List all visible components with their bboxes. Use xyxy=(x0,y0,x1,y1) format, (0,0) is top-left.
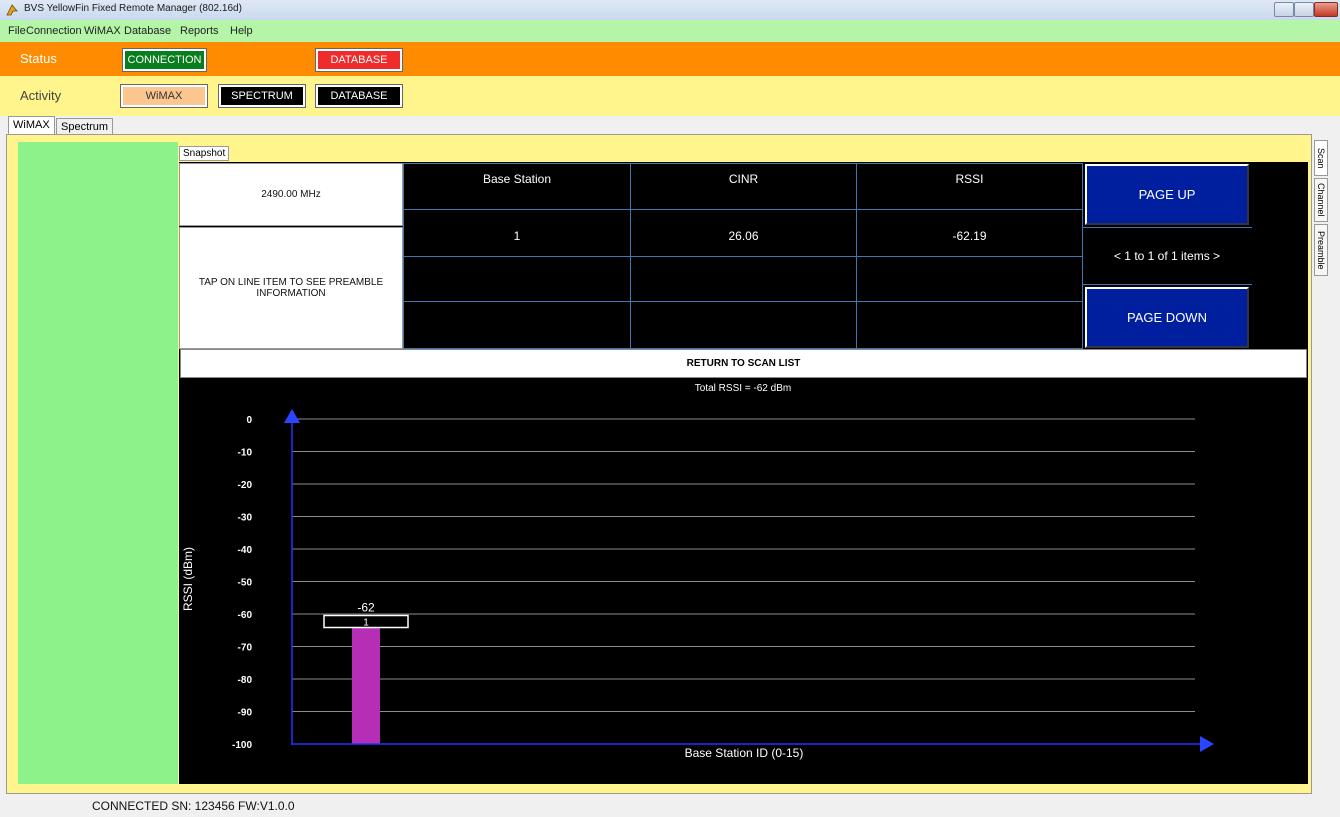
grid-line xyxy=(403,256,1082,257)
frequency-display: 2490.00 MHz xyxy=(179,163,403,226)
header-base-station: Base Station xyxy=(482,172,552,186)
menu-reports[interactable]: Reports xyxy=(180,25,219,37)
menu-wimax[interactable]: WiMAX xyxy=(84,25,121,37)
menu-file[interactable]: File xyxy=(8,25,26,37)
status-label: Status xyxy=(20,51,57,66)
grid-line xyxy=(856,163,857,349)
side-tab-scan[interactable]: Scan xyxy=(1314,140,1328,176)
y-tick-label: 0 xyxy=(246,415,252,426)
bar-value-label: -62 xyxy=(357,601,375,615)
chart-title: Total RSSI = -62 dBm xyxy=(695,383,791,394)
hint-text: TAP ON LINE ITEM TO SEE PREAMBLE INFORMA… xyxy=(179,227,403,349)
menu-database[interactable]: Database xyxy=(124,25,171,37)
y-tick-label: -10 xyxy=(238,448,253,459)
app-icon xyxy=(6,4,18,16)
side-tab-channel[interactable]: Channel xyxy=(1314,178,1328,222)
y-tick-label: -40 xyxy=(238,545,253,556)
activity-bar: Activity WiMAX SPECTRUM DATABASE xyxy=(0,76,1340,116)
y-tick-label: -20 xyxy=(238,480,253,491)
table-cell-rssi[interactable]: -62.19 xyxy=(857,229,1082,243)
grid-line xyxy=(403,163,1082,164)
table-cell-base-station[interactable]: 1 xyxy=(404,229,630,243)
y-tick-label: -90 xyxy=(238,708,253,719)
rssi-chart: Total RSSI = -62 dBm 0 -10 -20 -30 -40 -50 -60… xyxy=(181,383,1214,760)
spectrum-activity-badge: SPECTRUM xyxy=(219,85,305,107)
database-activity-badge: DATABASE xyxy=(316,85,402,107)
page-down-button[interactable]: PAGE DOWN xyxy=(1085,287,1249,348)
rssi-bar[interactable] xyxy=(352,620,380,745)
y-axis-arrow xyxy=(284,409,300,423)
connection-status-badge: CONNECTION xyxy=(123,49,206,71)
x-axis-arrow xyxy=(1200,736,1214,752)
return-to-scan-list-button[interactable]: RETURN TO SCAN LIST xyxy=(180,349,1307,378)
maximize-button[interactable] xyxy=(1294,2,1314,17)
grid-line xyxy=(403,163,404,349)
page-up-button[interactable]: PAGE UP xyxy=(1085,164,1249,225)
y-tick-label: -70 xyxy=(238,643,253,654)
snapshot-tab[interactable]: Snapshot xyxy=(179,146,230,161)
status-bar: Status CONNECTION DATABASE xyxy=(0,42,1340,76)
menu-bar: File Connection WiMAX Database Reports H… xyxy=(0,20,1340,42)
y-tick-label: -30 xyxy=(238,513,253,524)
header-cinr: CINR xyxy=(728,172,759,186)
pager-info: < 1 to 1 of 1 items > xyxy=(1082,227,1252,285)
minimize-button[interactable] xyxy=(1274,2,1294,17)
connection-status-line: CONNECTED SN: 123456 FW:V1.0.0 xyxy=(92,799,295,813)
wimax-activity-badge: WiMAX xyxy=(121,85,207,107)
y-tick-label: -50 xyxy=(238,578,253,589)
x-axis-label: Base Station ID (0-15) xyxy=(685,746,804,760)
menu-help[interactable]: Help xyxy=(230,25,253,37)
title-bar: BVS YellowFin Fixed Remote Manager (802.… xyxy=(0,0,1340,20)
close-button[interactable] xyxy=(1314,2,1338,17)
left-panel xyxy=(18,142,178,784)
y-tick-label: -100 xyxy=(232,740,252,751)
tab-wimax[interactable]: WiMAX xyxy=(8,116,55,136)
window-title: BVS YellowFin Fixed Remote Manager (802.… xyxy=(24,3,242,14)
database-status-badge: DATABASE xyxy=(316,49,402,71)
header-rssi: RSSI xyxy=(955,172,984,186)
side-tab-preamble[interactable]: Preamble xyxy=(1314,224,1328,276)
y-axis-label: RSSI (dBm) xyxy=(181,547,195,611)
grid-line xyxy=(403,209,1082,210)
bar-category-label: 1 xyxy=(363,618,369,629)
grid-line xyxy=(403,301,1082,302)
activity-label: Activity xyxy=(20,88,62,103)
grid-line xyxy=(630,163,631,349)
menu-connection[interactable]: Connection xyxy=(26,25,82,37)
y-tick-label: -80 xyxy=(238,675,253,686)
table-cell-cinr[interactable]: 26.06 xyxy=(631,229,856,243)
y-tick-label: -60 xyxy=(238,610,253,621)
